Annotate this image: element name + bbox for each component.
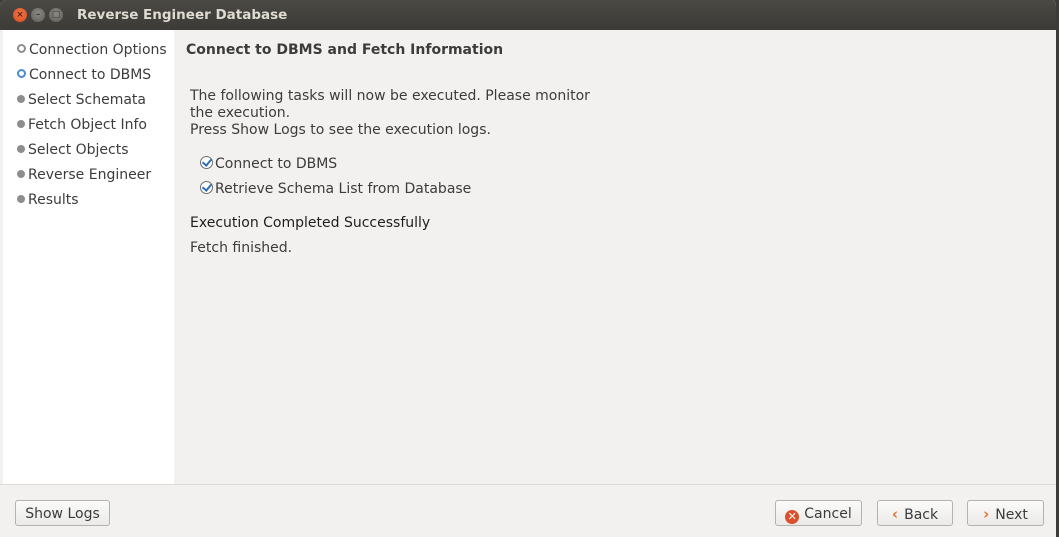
step-current-icon — [17, 69, 26, 78]
step-pending-icon — [17, 195, 25, 203]
button-bar: Show Logs ✕ Cancel ‹ Back › Next — [0, 484, 1056, 537]
step-done-icon — [17, 44, 26, 53]
step-label: Reverse Engineer — [28, 167, 152, 183]
task-label: Connect to DBMS — [215, 156, 338, 172]
task-retrieve-schema-list: Retrieve Schema List from Database — [200, 179, 471, 199]
back-button[interactable]: ‹ Back — [877, 500, 953, 526]
chevron-left-icon: ‹ — [891, 505, 899, 523]
step-results: Results — [17, 190, 79, 210]
next-label: Next — [995, 507, 1028, 523]
execution-status: Execution Completed Successfully — [190, 215, 431, 231]
execution-detail: Fetch finished. — [190, 240, 293, 256]
step-label: Select Schemata — [28, 92, 146, 108]
reverse-engineer-dialog: × – □ Reverse Engineer Database Connecti… — [0, 0, 1059, 537]
description: The following tasks will now be executed… — [190, 88, 610, 139]
maximize-icon: □ — [51, 10, 61, 20]
back-label: Back — [904, 507, 939, 523]
step-pending-icon — [17, 145, 25, 153]
step-label: Connect to DBMS — [29, 67, 152, 83]
wizard-steps-sidebar: Connection Options Connect to DBMS Selec… — [3, 30, 174, 484]
cancel-button[interactable]: ✕ Cancel — [775, 500, 862, 526]
step-reverse-engineer: Reverse Engineer — [17, 165, 151, 185]
description-line: The following tasks will now be executed… — [190, 88, 590, 104]
step-pending-icon — [17, 95, 25, 103]
next-button[interactable]: › Next — [967, 500, 1044, 526]
step-select-schemata: Select Schemata — [17, 90, 146, 110]
show-logs-button[interactable]: Show Logs — [15, 500, 110, 526]
check-icon — [200, 156, 213, 169]
step-pending-icon — [17, 170, 25, 178]
close-icon: × — [16, 10, 24, 20]
window-title: Reverse Engineer Database — [77, 7, 288, 23]
step-pending-icon — [17, 120, 25, 128]
window-maximize-button[interactable]: □ — [49, 8, 63, 22]
step-content: Connect to DBMS and Fetch Information Th… — [174, 30, 1056, 484]
step-label: Fetch Object Info — [28, 117, 147, 133]
step-label: Connection Options — [29, 42, 167, 58]
page-title: Connect to DBMS and Fetch Information — [186, 42, 504, 58]
window-minimize-button[interactable]: – — [31, 8, 45, 22]
step-connection-options: Connection Options — [17, 40, 167, 60]
task-connect-to-dbms: Connect to DBMS — [200, 154, 337, 174]
check-icon — [200, 181, 213, 194]
step-select-objects: Select Objects — [17, 140, 129, 160]
step-label: Results — [28, 192, 79, 208]
description-line: Press Show Logs to see the execution log… — [190, 122, 491, 138]
title-bar[interactable]: × – □ Reverse Engineer Database — [0, 0, 1056, 30]
minimize-icon: – — [35, 10, 41, 20]
step-fetch-object-info: Fetch Object Info — [17, 115, 147, 135]
description-line: the execution. — [190, 105, 291, 121]
show-logs-label: Show Logs — [25, 506, 100, 522]
chevron-right-icon: › — [983, 505, 990, 523]
task-label: Retrieve Schema List from Database — [215, 181, 472, 197]
window-close-button[interactable]: × — [13, 8, 27, 22]
step-connect-to-dbms: Connect to DBMS — [17, 65, 151, 85]
cancel-label: Cancel — [804, 506, 852, 522]
cancel-icon: ✕ — [785, 510, 800, 524]
step-label: Select Objects — [28, 142, 129, 158]
